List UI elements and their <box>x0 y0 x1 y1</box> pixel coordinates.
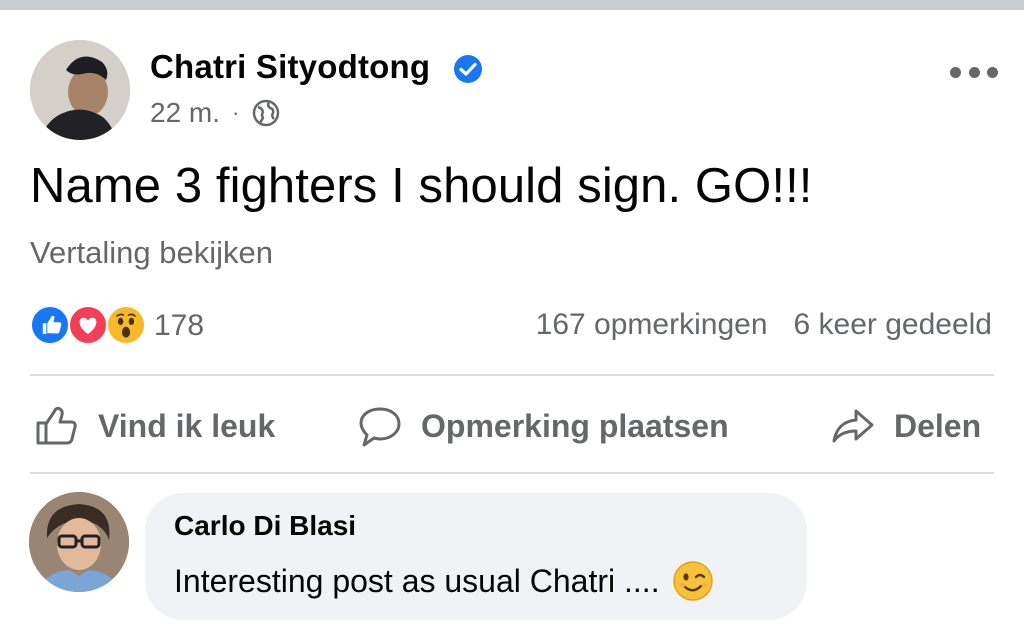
divider-bottom <box>30 472 994 474</box>
share-button-label: Delen <box>894 407 982 444</box>
see-translation-link[interactable]: Vertaling bekijken <box>30 235 273 271</box>
post-meta: 22 m. · <box>150 97 281 129</box>
share-arrow-icon <box>832 409 874 443</box>
post-stats: 167 opmerkingen 6 keer gedeeld <box>536 308 992 342</box>
shares-count-link[interactable]: 6 keer gedeeld <box>794 308 993 341</box>
thumbs-up-icon <box>36 406 77 445</box>
comments-count-link[interactable]: 167 opmerkingen <box>536 308 768 341</box>
top-edge-bar <box>0 0 1024 10</box>
commenter-avatar[interactable] <box>29 492 129 592</box>
comment-text-row: Interesting post as usual Chatri .... <box>174 560 714 602</box>
meta-separator: · <box>232 100 240 125</box>
love-reaction-icon <box>68 305 108 345</box>
post-timestamp[interactable]: 22 m. <box>150 97 220 129</box>
globe-icon <box>253 99 280 127</box>
comment-button[interactable]: Opmerking plaatsen <box>357 400 729 452</box>
like-reaction-icon <box>30 305 70 345</box>
divider-top <box>30 374 994 376</box>
more-dot-icon <box>968 66 980 78</box>
more-dot-icon <box>987 66 998 78</box>
reaction-icons <box>30 305 150 347</box>
comment-text: Interesting post as usual Chatri .... <box>174 562 660 599</box>
more-options-button[interactable] <box>950 60 998 84</box>
author-avatar[interactable] <box>30 40 130 140</box>
speech-bubble-icon <box>359 407 401 447</box>
wow-reaction-icon <box>106 305 146 345</box>
more-dot-icon <box>950 66 961 78</box>
share-button[interactable]: Delen <box>830 400 981 452</box>
like-button[interactable]: Vind ik leuk <box>34 400 275 452</box>
winking-face-icon <box>672 561 713 601</box>
comment-button-label: Opmerking plaatsen <box>421 407 729 444</box>
author-name[interactable]: Chatri Sityodtong <box>150 48 430 86</box>
commenter-name[interactable]: Carlo Di Blasi <box>174 510 356 542</box>
post-text: Name 3 fighters I should sign. GO!!! <box>30 159 813 213</box>
reaction-count: 178 <box>154 309 205 342</box>
verified-badge-icon <box>454 55 482 83</box>
reactions-summary[interactable]: 178 <box>30 305 204 347</box>
like-button-label: Vind ik leuk <box>98 407 276 444</box>
